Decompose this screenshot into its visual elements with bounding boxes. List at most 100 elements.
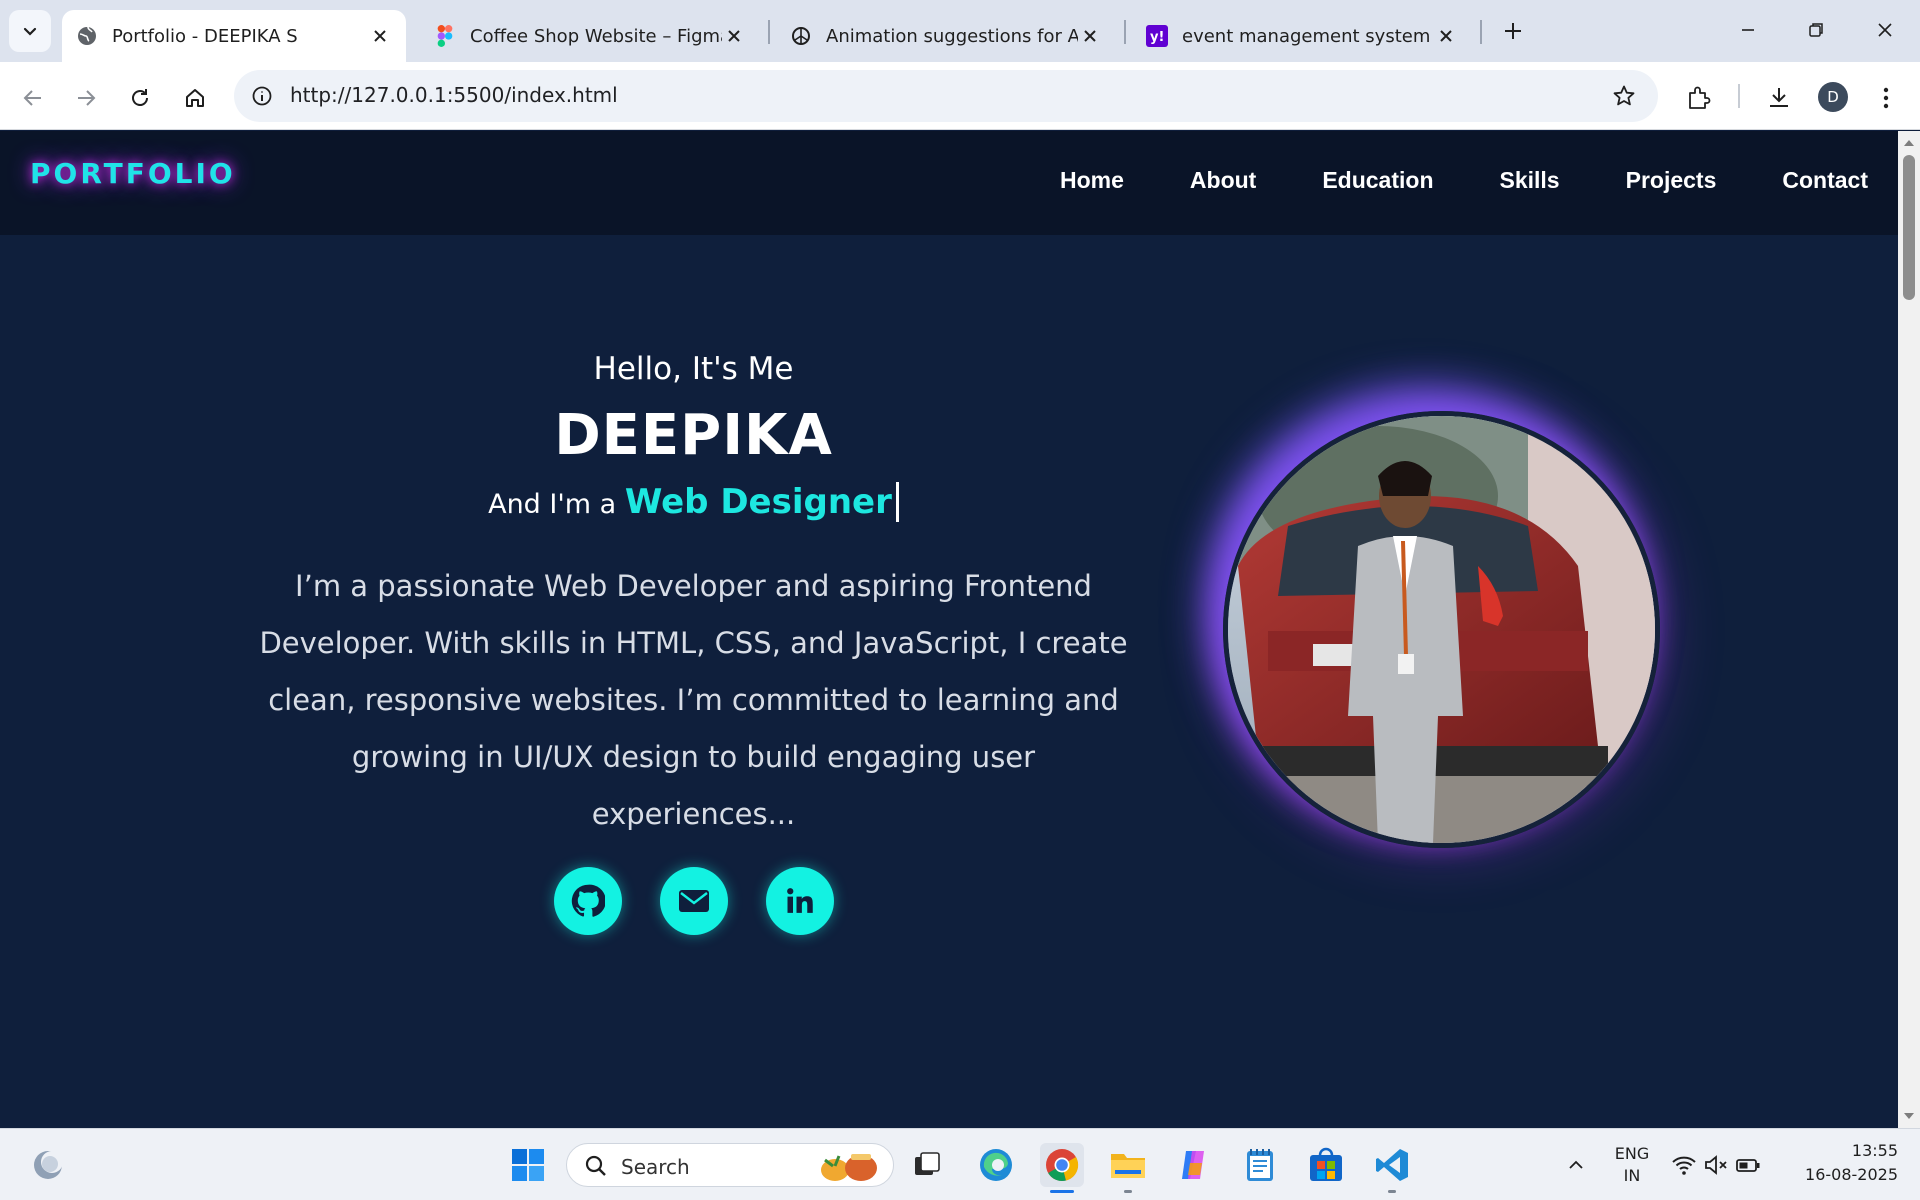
notepad-icon — [1247, 1149, 1273, 1181]
nav-contact[interactable]: Contact — [1782, 167, 1868, 194]
hero-greeting: Hello, It's Me — [593, 351, 794, 387]
start-button[interactable] — [506, 1143, 550, 1187]
search-label: Search — [621, 1155, 690, 1179]
github-link[interactable] — [553, 867, 622, 935]
plus-icon — [1505, 23, 1521, 39]
close-icon[interactable] — [368, 24, 392, 48]
tab-separator — [1124, 20, 1126, 44]
home-button[interactable] — [175, 78, 215, 118]
extensions-button[interactable] — [1679, 78, 1719, 118]
window-close-button[interactable] — [1862, 12, 1908, 48]
tab-title: Coffee Shop Website – Figma — [470, 25, 722, 47]
chevron-down-icon — [23, 27, 37, 36]
new-tab-button[interactable] — [1496, 14, 1530, 48]
tab-yahoo[interactable]: y! event management system - Ya — [1132, 10, 1472, 62]
volume-muted-icon — [1705, 1155, 1727, 1175]
hero-role: And I'm a Web Designer — [230, 482, 1157, 522]
vscode-button[interactable] — [1370, 1143, 1414, 1193]
battery-icon — [1736, 1159, 1760, 1172]
scroll-down-icon[interactable] — [1903, 1110, 1915, 1122]
forward-button[interactable] — [66, 78, 106, 118]
ms-store-button[interactable] — [1304, 1143, 1348, 1187]
task-view-button[interactable] — [905, 1143, 949, 1187]
page-viewport: PORTFOLIO Home About Education Skills Pr… — [0, 131, 1898, 1128]
weather-widget[interactable] — [26, 1143, 70, 1187]
hero-bio: I’m a passionate Web Developer and aspir… — [259, 569, 1128, 831]
vscode-icon — [1376, 1149, 1408, 1181]
browser-menu-button[interactable] — [1866, 78, 1906, 118]
reload-button[interactable] — [120, 78, 160, 118]
hero-section: Hello, It's Me DEEPIKA And I'm a Web Des… — [230, 351, 1157, 935]
star-icon[interactable] — [1610, 82, 1638, 110]
tab-separator — [768, 20, 770, 44]
tab-title: event management system - Ya — [1182, 25, 1434, 47]
close-icon[interactable] — [722, 24, 746, 48]
page-scrollbar[interactable] — [1898, 131, 1920, 1128]
system-tray-status[interactable] — [1666, 1143, 1766, 1187]
email-link[interactable] — [659, 867, 728, 935]
close-icon[interactable] — [1078, 24, 1102, 48]
tab-figma[interactable]: Coffee Shop Website – Figma — [420, 10, 760, 62]
tab-chatgpt[interactable]: Animation suggestions for Abo — [776, 10, 1116, 62]
taskbar-clock[interactable]: 13:55 16-08-2025 — [1805, 1139, 1898, 1187]
linkedin-link[interactable] — [765, 867, 834, 935]
restore-button[interactable] — [1793, 12, 1839, 48]
back-button[interactable] — [13, 78, 53, 118]
file-explorer-button[interactable] — [1106, 1143, 1150, 1193]
close-icon[interactable] — [1434, 24, 1458, 48]
running-indicator — [1124, 1190, 1132, 1193]
minimize-icon — [1742, 29, 1754, 31]
svg-text:y!: y! — [1150, 30, 1164, 45]
envelope-icon — [678, 890, 709, 912]
home-icon — [186, 89, 204, 107]
nav-education[interactable]: Education — [1322, 167, 1433, 194]
site-logo[interactable]: PORTFOLIO — [30, 157, 236, 190]
copilot-icon — [1182, 1151, 1204, 1179]
lang-bottom: IN — [1623, 1166, 1641, 1185]
nav-skills[interactable]: Skills — [1500, 167, 1560, 194]
edge-icon — [980, 1149, 1012, 1181]
nav-about[interactable]: About — [1190, 167, 1256, 194]
chatgpt-icon — [790, 25, 812, 47]
role-prefix: And I'm a — [488, 489, 617, 520]
wifi-icon — [1672, 1156, 1696, 1175]
chrome-button[interactable] — [1040, 1143, 1084, 1193]
download-icon — [1770, 88, 1788, 107]
tab-search-button[interactable] — [9, 10, 51, 52]
chevron-up-icon — [1569, 1160, 1583, 1169]
clock-date: 16-08-2025 — [1805, 1165, 1898, 1184]
notepad-button[interactable] — [1238, 1143, 1282, 1187]
profile-photo — [1223, 411, 1660, 848]
taskbar-search[interactable]: Search — [566, 1143, 894, 1187]
copilot-button[interactable] — [1172, 1143, 1216, 1187]
show-hidden-icons-button[interactable] — [1554, 1143, 1598, 1187]
profile-photo-frame — [1223, 411, 1660, 848]
nav-home[interactable]: Home — [1060, 167, 1124, 194]
toolbar-divider — [1738, 84, 1740, 108]
minimize-button[interactable] — [1725, 12, 1771, 48]
close-icon — [1878, 23, 1892, 37]
task-view-icon — [915, 1152, 940, 1175]
tab-portfolio[interactable]: Portfolio - DEEPIKA S — [62, 10, 406, 62]
search-highlight-icon — [821, 1154, 877, 1181]
browser-tab-strip: Portfolio - DEEPIKA S Coffee Shop Websit… — [0, 0, 1920, 62]
running-indicator — [1388, 1190, 1396, 1193]
nav-projects[interactable]: Projects — [1626, 167, 1717, 194]
profile-avatar[interactable]: D — [1818, 82, 1848, 112]
figma-icon — [434, 25, 456, 47]
kebab-menu-icon — [1883, 87, 1889, 109]
address-bar[interactable]: http://127.0.0.1:5500/index.html — [234, 70, 1658, 122]
windows-start-icon — [512, 1149, 544, 1181]
edge-button[interactable] — [974, 1143, 1018, 1187]
scrollbar-thumb[interactable] — [1903, 155, 1915, 300]
weather-icon — [34, 1151, 63, 1179]
site-info-icon[interactable] — [246, 80, 278, 112]
downloads-button[interactable] — [1759, 78, 1799, 118]
arrow-left-icon — [23, 90, 41, 106]
role-typed-text: Web Designer — [624, 482, 899, 522]
url-text[interactable]: http://127.0.0.1:5500/index.html — [290, 83, 618, 107]
github-icon — [571, 884, 605, 917]
language-indicator[interactable]: ENG IN — [1608, 1143, 1656, 1187]
social-links — [230, 867, 1157, 935]
scroll-up-icon[interactable] — [1903, 137, 1915, 149]
